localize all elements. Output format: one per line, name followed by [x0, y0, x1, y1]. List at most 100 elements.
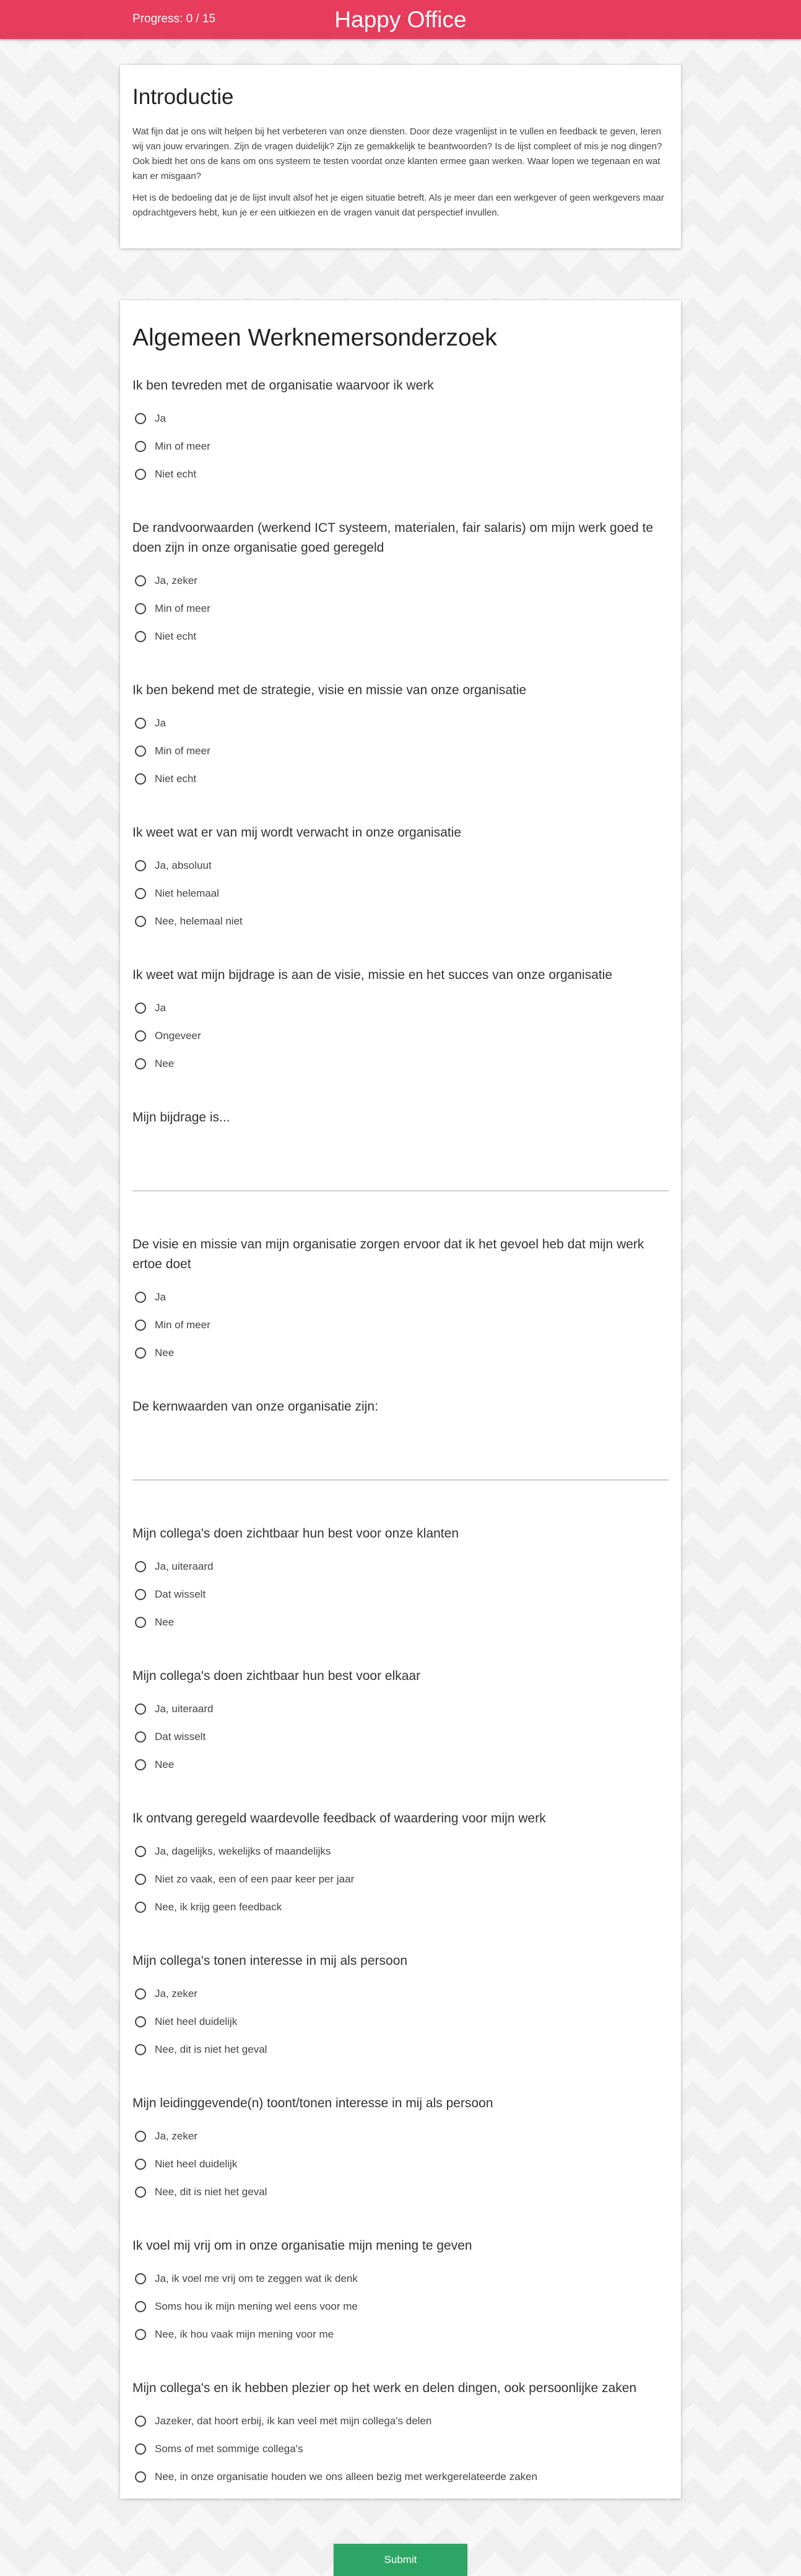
radio-option[interactable]: Nee [132, 1339, 669, 1367]
answer-textarea[interactable] [132, 1451, 669, 1481]
radio-button[interactable] [135, 1588, 146, 1600]
radio-option[interactable]: Ja, dagelijks, wekelijks of maandelijks [132, 1837, 669, 1865]
radio-option-label: Ja, dagelijks, wekelijks of maandelijks [155, 1845, 331, 1857]
radio-option[interactable]: Ja, zeker [132, 1980, 669, 2008]
radio-option[interactable]: Niet echt [132, 460, 669, 488]
radio-option[interactable]: Niet zo vaak, een of een paar keer per j… [132, 1865, 669, 1893]
radio-button[interactable] [135, 2328, 146, 2340]
radio-option[interactable]: Ja, absoluut [132, 851, 669, 879]
submit-button[interactable]: Submit [334, 2544, 467, 2576]
radio-option-label: Min of meer [155, 1318, 210, 1331]
radio-option[interactable]: Dat wisselt [132, 1580, 669, 1608]
radio-option[interactable]: Ja, uiteraard [132, 1695, 669, 1723]
radio-option[interactable]: Min of meer [132, 594, 669, 622]
radio-button[interactable] [135, 440, 146, 452]
radio-button[interactable] [135, 745, 146, 757]
radio-button[interactable] [135, 2273, 146, 2284]
radio-option-label: Ja [155, 412, 166, 424]
radio-button[interactable] [135, 1731, 146, 1743]
question-1: Ik ben tevreden met de organisatie waarv… [132, 376, 669, 488]
radio-button[interactable] [135, 1002, 146, 1014]
radio-button[interactable] [135, 412, 146, 424]
question-title: Ik voel mij vrij om in onze organisatie … [132, 2239, 472, 2253]
radio-button[interactable] [135, 1873, 146, 1885]
question-title: De kernwaarden van onze organisatie zijn… [132, 1399, 378, 1414]
radio-button[interactable] [135, 2130, 146, 2142]
radio-option[interactable]: Ja [132, 1283, 669, 1311]
radio-option[interactable]: Ja [132, 994, 669, 1022]
intro-paragraph: Het is de bedoeling dat je de lijst invu… [132, 193, 664, 218]
radio-option-label: Nee [155, 1346, 175, 1359]
radio-option[interactable]: Soms hou ik mijn mening wel eens voor me [132, 2292, 669, 2320]
radio-option-label: Min of meer [155, 744, 210, 757]
radio-button[interactable] [135, 2443, 146, 2455]
radio-option[interactable]: Ja, zeker [132, 2122, 669, 2150]
radio-button[interactable] [135, 2043, 146, 2055]
radio-button[interactable] [135, 1759, 146, 1770]
radio-option-label: Niet heel duidelijk [155, 2157, 238, 2170]
radio-option-label: Ja, uiteraard [155, 1702, 214, 1715]
radio-button[interactable] [135, 1703, 146, 1715]
radio-button[interactable] [135, 887, 146, 899]
radio-button[interactable] [135, 773, 146, 785]
radio-option[interactable]: Nee [132, 1608, 669, 1636]
radio-button[interactable] [135, 2300, 146, 2312]
radio-button[interactable] [135, 2415, 146, 2427]
radio-button[interactable] [135, 1901, 146, 1913]
radio-option[interactable]: Nee, helemaal niet [132, 907, 669, 935]
radio-option[interactable]: Min of meer [132, 432, 669, 460]
radio-option[interactable]: Niet heel duidelijk [132, 2150, 669, 2178]
radio-button[interactable] [135, 1319, 146, 1331]
radio-option[interactable]: Dat wisselt [132, 1723, 669, 1751]
radio-option[interactable]: Min of meer [132, 1311, 669, 1339]
radio-option[interactable]: Nee, ik krijg geen feedback [132, 1893, 669, 1921]
radio-option[interactable]: Nee, ik hou vaak mijn mening voor me [132, 2320, 669, 2348]
radio-button[interactable] [135, 2158, 146, 2170]
intro-title: Introductie [132, 85, 234, 109]
radio-option[interactable]: Niet echt [132, 765, 669, 793]
radio-button[interactable] [135, 915, 146, 927]
question-list: Ik ben tevreden met de organisatie waarv… [132, 376, 669, 2491]
radio-option[interactable]: Nee [132, 1050, 669, 1077]
radio-button[interactable] [135, 717, 146, 729]
radio-button[interactable] [135, 2186, 146, 2198]
radio-option[interactable]: Min of meer [132, 737, 669, 765]
radio-option[interactable]: Niet echt [132, 622, 669, 650]
radio-option-label: Niet heel duidelijk [155, 2015, 238, 2027]
radio-button[interactable] [135, 575, 146, 586]
radio-option[interactable]: Soms of met sommige collega's [132, 2435, 669, 2463]
question-title: Mijn bijdrage is... [132, 1110, 230, 1125]
radio-option[interactable]: Nee, in onze organisatie houden we ons a… [132, 2463, 669, 2491]
radio-option[interactable]: Jazeker, dat hoort erbij, ik kan veel me… [132, 2407, 669, 2435]
radio-option[interactable]: Ja [132, 404, 669, 432]
radio-button[interactable] [135, 859, 146, 871]
radio-option[interactable]: Ja, ik voel me vrij om te zeggen wat ik … [132, 2265, 669, 2292]
radio-option-label: Ja, zeker [155, 574, 197, 586]
radio-option[interactable]: Nee, dit is niet het geval [132, 2178, 669, 2206]
radio-button[interactable] [135, 1347, 146, 1359]
radio-button[interactable] [135, 1616, 146, 1628]
radio-button[interactable] [135, 468, 146, 480]
radio-option[interactable]: Ongeveer [132, 1022, 669, 1050]
question-title: Mijn collega's doen zichtbaar hun best v… [132, 1526, 459, 1541]
answer-textarea[interactable] [132, 1162, 669, 1191]
radio-option[interactable]: Nee, dit is niet het geval [132, 2035, 669, 2063]
radio-option[interactable]: Niet helemaal [132, 879, 669, 907]
radio-button[interactable] [135, 1030, 146, 1042]
radio-button[interactable] [135, 1845, 146, 1857]
radio-option[interactable]: Ja [132, 709, 669, 737]
question-title: Ik weet wat er van mij wordt verwacht in… [132, 825, 462, 840]
radio-button[interactable] [135, 2016, 146, 2027]
radio-button[interactable] [135, 1988, 146, 1999]
radio-option[interactable]: Nee [132, 1751, 669, 1778]
radio-button[interactable] [135, 1291, 146, 1303]
question-4: Ik weet wat er van mij wordt verwacht in… [132, 823, 669, 935]
radio-option[interactable]: Niet heel duidelijk [132, 2008, 669, 2035]
radio-option[interactable]: Ja, uiteraard [132, 1552, 669, 1580]
radio-button[interactable] [135, 1560, 146, 1572]
radio-button[interactable] [135, 603, 146, 614]
radio-option[interactable]: Ja, zeker [132, 567, 669, 594]
radio-button[interactable] [135, 630, 146, 642]
radio-button[interactable] [135, 2471, 146, 2482]
radio-button[interactable] [135, 1058, 146, 1069]
